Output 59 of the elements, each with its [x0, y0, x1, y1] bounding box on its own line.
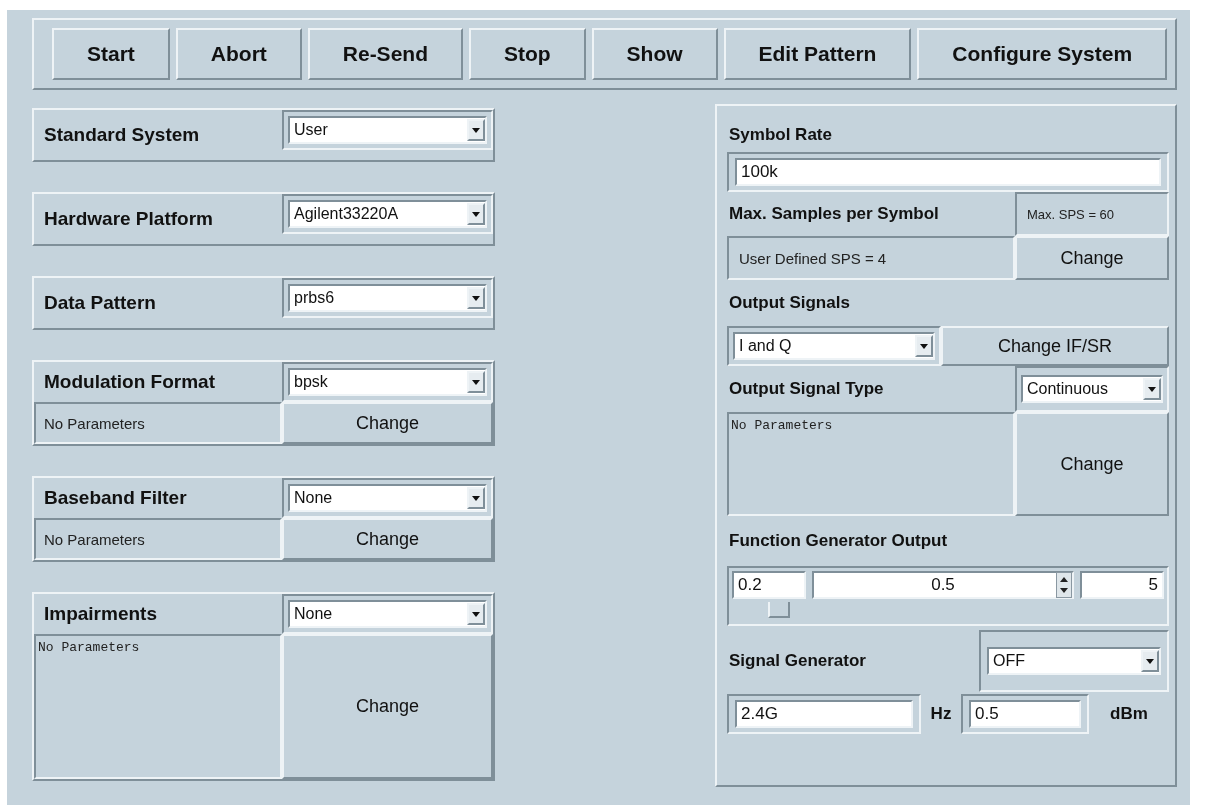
- section-label: Output Signals: [729, 293, 850, 313]
- dropdown[interactable]: User: [288, 116, 487, 144]
- caret-icon: [1143, 378, 1161, 400]
- dropdown[interactable]: None: [288, 600, 487, 628]
- toolbar-button[interactable]: Configure System: [917, 28, 1168, 80]
- change-button[interactable]: Change IF/SR: [941, 326, 1169, 366]
- dropdown[interactable]: OFF: [987, 647, 1161, 675]
- group-label: Impairments: [43, 603, 158, 625]
- toolbar-button[interactable]: Show: [591, 28, 718, 80]
- change-button[interactable]: Change: [282, 634, 493, 779]
- info-text: User Defined SPS = 4: [727, 236, 1015, 280]
- toolbar-button[interactable]: Stop: [468, 28, 586, 80]
- dropdown[interactable]: I and Q: [733, 332, 935, 360]
- change-button[interactable]: Change: [1015, 236, 1169, 280]
- change-button[interactable]: Change: [1015, 412, 1169, 516]
- input-field[interactable]: 2.4G: [735, 700, 913, 728]
- spinner-field[interactable]: 0.5: [812, 571, 1074, 599]
- toolbar-button[interactable]: Edit Pattern: [723, 28, 912, 80]
- slider-thumb[interactable]: [767, 602, 790, 618]
- group-label: Baseband Filter: [43, 487, 188, 509]
- group-label: Modulation Format: [43, 371, 216, 393]
- dropdown[interactable]: None: [288, 484, 487, 512]
- parameters-text: No Parameters: [44, 530, 145, 548]
- caret-icon: [467, 371, 485, 393]
- section-label: Signal Generator: [729, 651, 866, 671]
- toolbar-button[interactable]: Re-Send: [307, 28, 463, 80]
- group-label: Standard System: [43, 124, 201, 146]
- dropdown[interactable]: Agilent33220A: [288, 200, 487, 228]
- caret-icon: [467, 287, 485, 309]
- parameters-text: No Parameters: [44, 414, 145, 432]
- input-field[interactable]: 100k: [735, 158, 1161, 186]
- input-field[interactable]: 0.2: [732, 571, 806, 599]
- group-label: Data Pattern: [43, 292, 157, 314]
- group-label: Hardware Platform: [43, 208, 214, 230]
- toolbar-button[interactable]: Start: [52, 28, 170, 80]
- input-field[interactable]: 5: [1080, 571, 1164, 599]
- change-button[interactable]: Change: [282, 402, 493, 444]
- input-field[interactable]: 0.5: [969, 700, 1081, 728]
- parameters-text: No Parameters: [731, 418, 833, 433]
- spinner-arrows-icon[interactable]: [1056, 572, 1072, 598]
- caret-icon: [1141, 650, 1159, 672]
- unit-label: dBm: [1110, 704, 1148, 724]
- dropdown[interactable]: prbs6: [288, 284, 487, 312]
- change-button[interactable]: Change: [282, 518, 493, 560]
- section-label: Max. Samples per Symbol: [729, 204, 939, 224]
- caret-icon: [467, 119, 485, 141]
- caret-icon: [467, 203, 485, 225]
- caret-icon: [915, 335, 933, 357]
- unit-label: Hz: [930, 704, 952, 724]
- section-label: Symbol Rate: [729, 125, 832, 145]
- caret-icon: [467, 603, 485, 625]
- dropdown[interactable]: bpsk: [288, 368, 487, 396]
- section-label: Output Signal Type: [729, 379, 884, 399]
- caret-icon: [467, 487, 485, 509]
- toolbar-button[interactable]: Abort: [175, 28, 302, 80]
- info-text: Max. SPS = 60: [1015, 192, 1169, 236]
- parameters-text: No Parameters: [38, 640, 140, 655]
- dropdown[interactable]: Continuous: [1021, 375, 1163, 403]
- section-label: Function Generator Output: [729, 531, 948, 551]
